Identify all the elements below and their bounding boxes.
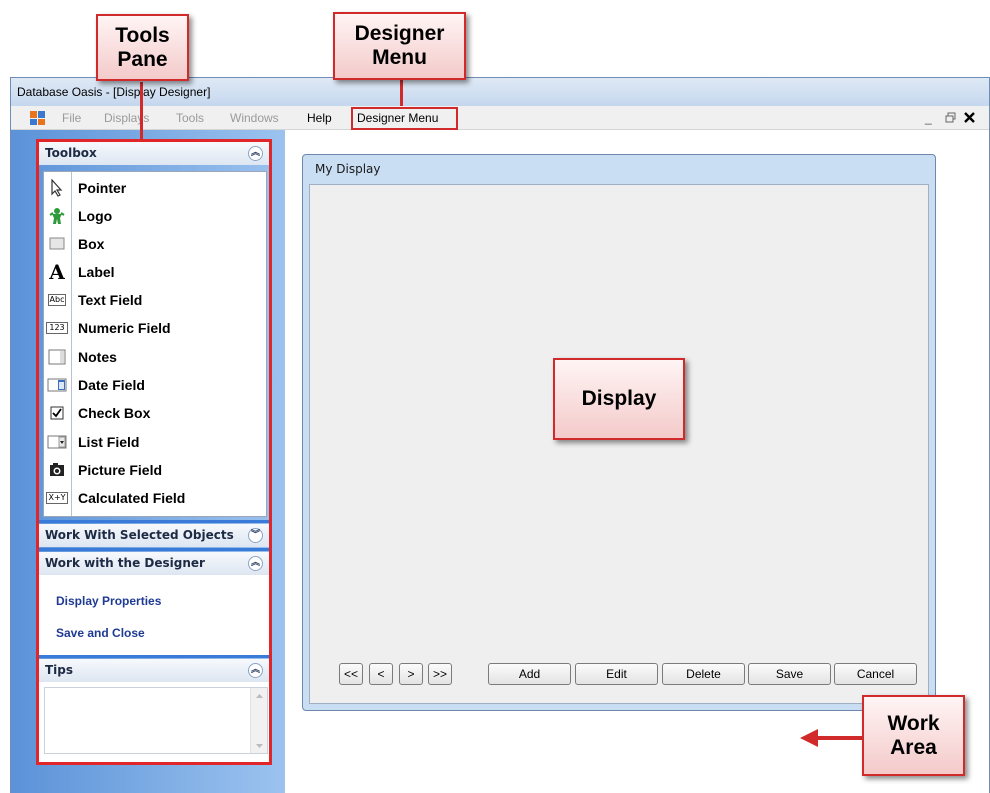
first-record-button[interactable]: << [339, 663, 363, 685]
add-button[interactable]: Add [488, 663, 571, 685]
tools-pane-highlight [36, 139, 272, 765]
edit-button[interactable]: Edit [575, 663, 658, 685]
menu-windows[interactable]: Windows [230, 106, 279, 130]
minimize-button[interactable]: _ [925, 106, 932, 130]
close-icon [964, 112, 975, 123]
last-record-button[interactable]: >> [428, 663, 452, 685]
delete-button[interactable]: Delete [662, 663, 745, 685]
menu-bar: File Displays Tools Windows Help Designe… [11, 106, 989, 130]
cancel-button[interactable]: Cancel [834, 663, 917, 685]
window-title: Database Oasis - [Display Designer] [17, 85, 211, 99]
menu-file[interactable]: File [62, 106, 81, 130]
work-area-callout: Work Area [862, 695, 965, 776]
display-canvas[interactable]: << < > >> Add Edit Delete Save Cancel [309, 184, 929, 704]
menu-tools[interactable]: Tools [176, 106, 204, 130]
designer-menu-callout-line [400, 80, 403, 106]
work-area: My Display << < > >> Add Edit Delete Sav… [285, 130, 989, 793]
window-title-bar: Database Oasis - [Display Designer] [11, 78, 989, 106]
app-window: Database Oasis - [Display Designer] File… [10, 77, 990, 793]
app-icon[interactable] [30, 111, 45, 125]
restore-button[interactable] [945, 106, 957, 130]
menu-designer-menu[interactable]: Designer Menu [351, 107, 458, 130]
next-record-button[interactable]: > [399, 663, 423, 685]
previous-record-button[interactable]: < [369, 663, 393, 685]
work-area-arrow-line [816, 736, 862, 740]
menu-help[interactable]: Help [307, 106, 332, 130]
close-button[interactable] [964, 106, 975, 130]
designer-menu-callout: Designer Menu [333, 12, 466, 80]
restore-icon [945, 112, 956, 123]
tools-pane-callout: Tools Pane [96, 14, 189, 81]
save-button[interactable]: Save [748, 663, 831, 685]
display-title: My Display [315, 162, 381, 176]
tools-pane-callout-line [140, 82, 143, 140]
display-callout: Display [553, 358, 685, 440]
